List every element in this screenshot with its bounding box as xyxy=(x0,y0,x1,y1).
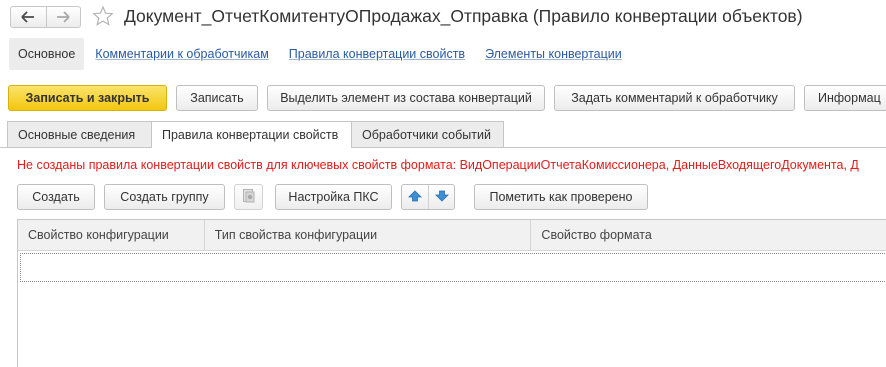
write-and-close-button[interactable]: Записать и закрыть xyxy=(8,85,167,111)
add-handler-comment-button[interactable]: Задать комментарий к обработчику xyxy=(554,85,795,111)
move-down-button[interactable] xyxy=(428,185,454,209)
title-bar: Документ_ОтчетКомитентуОПродажах_Отправк… xyxy=(0,0,886,34)
table-row[interactable] xyxy=(20,253,886,282)
move-up-button[interactable] xyxy=(402,185,428,209)
property-rules-table: Свойство конфигурации Тип свойства конфи… xyxy=(17,219,886,367)
create-button[interactable]: Создать xyxy=(17,184,95,210)
mark-as-checked-button[interactable]: Пометить как проверено xyxy=(474,184,648,210)
pks-settings-button[interactable]: Настройка ПКС xyxy=(275,184,392,210)
arrow-right-icon xyxy=(56,11,70,23)
info-button[interactable]: Информац xyxy=(804,85,886,111)
copy-button[interactable] xyxy=(234,184,263,210)
column-header-config-property-type[interactable]: Тип свойства конфигурации xyxy=(205,220,532,250)
tab-property-conversion-rules[interactable]: Правила конвертации свойств xyxy=(151,121,352,148)
navigation-buttons xyxy=(10,6,81,28)
back-button[interactable] xyxy=(11,7,46,27)
column-header-format-property[interactable]: Свойство формата xyxy=(531,220,886,250)
section-tab-main[interactable]: Основное xyxy=(9,38,85,70)
forward-button[interactable] xyxy=(45,7,81,27)
tab-divider xyxy=(0,147,886,148)
section-tabs: Основное Комментарии к обработчикам Прав… xyxy=(9,38,631,70)
content-tabs: Основные сведения Правила конвертации св… xyxy=(7,121,504,148)
section-tab-handler-comments[interactable]: Комментарии к обработчикам xyxy=(86,38,278,70)
tab-basic-info[interactable]: Основные сведения xyxy=(7,121,152,147)
write-button[interactable]: Записать xyxy=(176,85,258,111)
copy-icon xyxy=(242,188,256,207)
column-header-config-property[interactable]: Свойство конфигурации xyxy=(18,220,205,250)
tab-event-handlers[interactable]: Обработчики событий xyxy=(351,121,504,147)
move-up-icon xyxy=(408,189,422,205)
table-toolbar: Создать Создать группу Настройка ПКС Пом… xyxy=(17,184,657,210)
table-header: Свойство конфигурации Тип свойства конфи… xyxy=(18,220,886,251)
arrow-left-icon xyxy=(21,11,35,23)
section-tab-conversion-elements[interactable]: Элементы конвертации xyxy=(476,38,631,70)
move-buttons xyxy=(401,184,455,210)
window-title: Документ_ОтчетКомитентуОПродажах_Отправк… xyxy=(124,6,803,26)
command-bar: Записать и закрыть Записать Выделить эле… xyxy=(8,85,886,111)
select-element-button[interactable]: Выделить элемент из состава конвертаций xyxy=(267,85,545,111)
section-tab-property-rules[interactable]: Правила конвертации свойств xyxy=(280,38,474,70)
star-outline-icon[interactable] xyxy=(92,5,114,27)
move-down-icon xyxy=(434,190,449,205)
warning-message: Не созданы правила конвертации свойств д… xyxy=(17,158,859,172)
create-group-button[interactable]: Создать группу xyxy=(104,184,225,210)
